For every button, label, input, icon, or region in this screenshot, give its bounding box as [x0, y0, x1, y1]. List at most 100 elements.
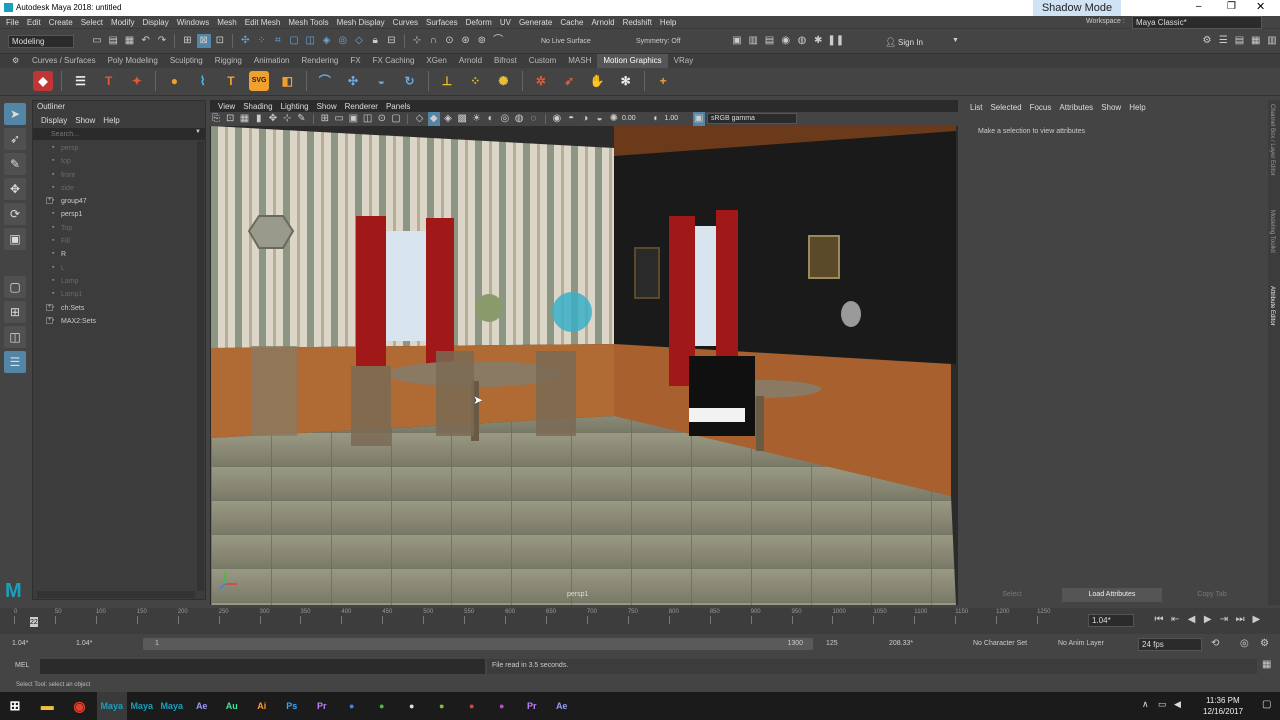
outliner-menu-show[interactable]: Show	[71, 114, 99, 127]
script-editor-icon[interactable]: ▦	[1262, 659, 1271, 670]
scale-tool-icon[interactable]: ▣	[4, 228, 26, 250]
tray-chevron-icon[interactable]: ∧	[1142, 699, 1149, 710]
two-d-pan-icon[interactable]: ⊹	[281, 112, 293, 126]
bookmarks-icon[interactable]: ▮	[253, 112, 265, 126]
script-language-toggle[interactable]: MEL	[15, 662, 29, 669]
text-tool-icon[interactable]: T	[99, 71, 119, 91]
rotate-deformer-icon[interactable]: ↻	[400, 71, 420, 91]
render-current-frame-icon[interactable]: ▣	[730, 34, 744, 48]
safe-action-icon[interactable]: ▢	[390, 112, 402, 126]
outliner-item[interactable]: ▪ Top	[33, 222, 199, 235]
xray-components-icon[interactable]: ◒	[594, 112, 606, 126]
taskbar-app-icon[interactable]: Ae	[547, 692, 577, 720]
menu-generate[interactable]: Generate	[515, 16, 556, 29]
anim-prefs-icon[interactable]: ⚙	[1260, 638, 1269, 649]
play-forward-icon[interactable]: ▶︎	[1201, 613, 1215, 627]
twist-deformer-icon[interactable]: ✣	[343, 71, 363, 91]
redo-icon[interactable]: ↷	[155, 34, 169, 48]
bend-deformer-icon[interactable]: ⌒	[315, 71, 335, 91]
four-view-icon[interactable]: ⊞	[4, 301, 26, 323]
user-icon[interactable]: 👤︎	[885, 37, 896, 48]
snap-point-icon[interactable]: ⊙	[442, 34, 456, 48]
select-object-icon[interactable]: ⊠	[196, 34, 211, 49]
modeling-toolkit-tab[interactable]: Modeling Toolkit	[1269, 210, 1275, 253]
shelf-tab-curves-surfaces[interactable]: Curves / Surfaces	[26, 54, 102, 68]
menu-curves[interactable]: Curves	[389, 16, 422, 29]
playback-end-field[interactable]: 125	[826, 640, 838, 647]
camera-select-icon[interactable]: ⎘	[210, 112, 222, 126]
menu-uv[interactable]: UV	[496, 16, 515, 29]
exposure-icon[interactable]: ✺	[608, 112, 620, 126]
wireframe-on-shaded-icon[interactable]: ◈	[442, 112, 454, 126]
distribute-icon[interactable]: ⁘	[465, 71, 485, 91]
taskbar-app-icon[interactable]: Pr	[307, 692, 337, 720]
menu-select[interactable]: Select	[77, 16, 107, 29]
character-controls-icon[interactable]: ☰	[1216, 34, 1230, 48]
close-button[interactable]: ✕	[1256, 0, 1265, 13]
go-to-start-icon[interactable]: ⏮	[1152, 613, 1166, 627]
paint-select-icon[interactable]: ✎	[4, 153, 26, 175]
field-chart-icon[interactable]: ⊙	[376, 112, 388, 126]
sphere-icon[interactable]: ●	[164, 71, 184, 91]
playback-start-field[interactable]: 1.04*	[76, 640, 92, 647]
grid-icon[interactable]: ⊞	[319, 112, 331, 126]
taskbar-app-icon[interactable]: Au	[217, 692, 247, 720]
outliner-layout-icon[interactable]: ☰	[4, 351, 26, 373]
symmetry-label[interactable]: Symmetry: Off	[636, 38, 681, 45]
outliner-item[interactable]: ▪ L	[33, 262, 199, 275]
notifications-icon[interactable]: ▢	[1262, 699, 1271, 710]
outliner-item[interactable]: + ▪ MAX2:Sets	[33, 315, 199, 328]
outliner-item[interactable]: ▪ persp	[33, 142, 199, 155]
field-icon[interactable]: ✋	[587, 71, 607, 91]
gamma-icon[interactable]: ◐	[650, 112, 662, 126]
single-perspective-icon[interactable]: ▢	[4, 276, 26, 298]
live-surface-label[interactable]: No Live Surface	[541, 38, 591, 45]
fps-select[interactable]: 24 fps	[1138, 638, 1202, 651]
attribute-editor-tab[interactable]: Attribute Editor	[1269, 286, 1275, 326]
add-icon[interactable]: +	[653, 71, 673, 91]
motion-graphics-cube-icon[interactable]: ◆	[33, 71, 53, 91]
attr-menu-list[interactable]: List	[966, 101, 986, 114]
outliner-item[interactable]: ▪ top	[33, 155, 199, 168]
taskbar-app-icon[interactable]: ●	[457, 692, 487, 720]
undo-icon[interactable]: ↶	[139, 34, 153, 48]
loop-icon[interactable]: ⟲	[1211, 638, 1219, 649]
lock-camera-icon[interactable]: ⊡	[224, 112, 236, 126]
wave-deformer-icon[interactable]: ◒	[371, 71, 391, 91]
light-editor-icon[interactable]: ✱	[811, 34, 825, 48]
shelf-tab-mash[interactable]: MASH	[562, 54, 597, 68]
exposure-field[interactable]: 0.00	[622, 115, 648, 122]
outliner-hscrollbar[interactable]	[37, 591, 195, 598]
sign-in-button[interactable]: Sign In	[898, 38, 923, 47]
textured-icon[interactable]: ▩	[456, 112, 468, 126]
menu-deform[interactable]: Deform	[462, 16, 496, 29]
type-animate-icon[interactable]: ✦	[127, 71, 147, 91]
outliner-item[interactable]: ▪ Lamp1	[33, 288, 199, 301]
outliner-item[interactable]: + ▪ group47	[33, 195, 199, 208]
snap-grid-icon[interactable]: ⊹	[410, 34, 424, 48]
screen-space-ao-icon[interactable]: ◎	[499, 112, 511, 126]
shelf-tab-motion-graphics[interactable]: Motion Graphics	[597, 54, 668, 68]
taskbar-app-icon[interactable]: Pr	[517, 692, 547, 720]
select-component-icon[interactable]: ⊡	[213, 34, 227, 48]
auto-key-icon[interactable]: ◎	[1240, 638, 1249, 649]
outliner-item[interactable]: ▪ Fill	[33, 235, 199, 248]
menu-file[interactable]: File	[2, 16, 23, 29]
outliner-item[interactable]: ▪ front	[33, 169, 199, 182]
move-tool-icon[interactable]: ✥	[4, 178, 26, 200]
film-gate-icon[interactable]: ▭	[333, 112, 345, 126]
volume-icon[interactable]: ◀︎	[1174, 699, 1181, 710]
outliner-scrollbar[interactable]	[197, 141, 204, 591]
taskbar-app-icon[interactable]: ●	[337, 692, 367, 720]
select-vertex-icon[interactable]: ⁘	[255, 34, 269, 48]
menu-mesh-tools[interactable]: Mesh Tools	[284, 16, 332, 29]
shelf-tab-vray[interactable]: VRay	[668, 54, 700, 68]
select-dynamic-icon[interactable]: ◎	[336, 34, 350, 48]
snap-surface-icon[interactable]: ⊚	[475, 34, 489, 48]
new-scene-icon[interactable]: ▭	[90, 34, 104, 48]
chevron-down-icon[interactable]: ▼	[952, 37, 959, 44]
render-view-icon[interactable]: ◍	[795, 34, 809, 48]
select-render-icon[interactable]: ◇	[352, 34, 366, 48]
anti-alias-icon[interactable]: ◌	[527, 112, 539, 126]
range-start-field[interactable]: 1.04*	[12, 640, 28, 647]
